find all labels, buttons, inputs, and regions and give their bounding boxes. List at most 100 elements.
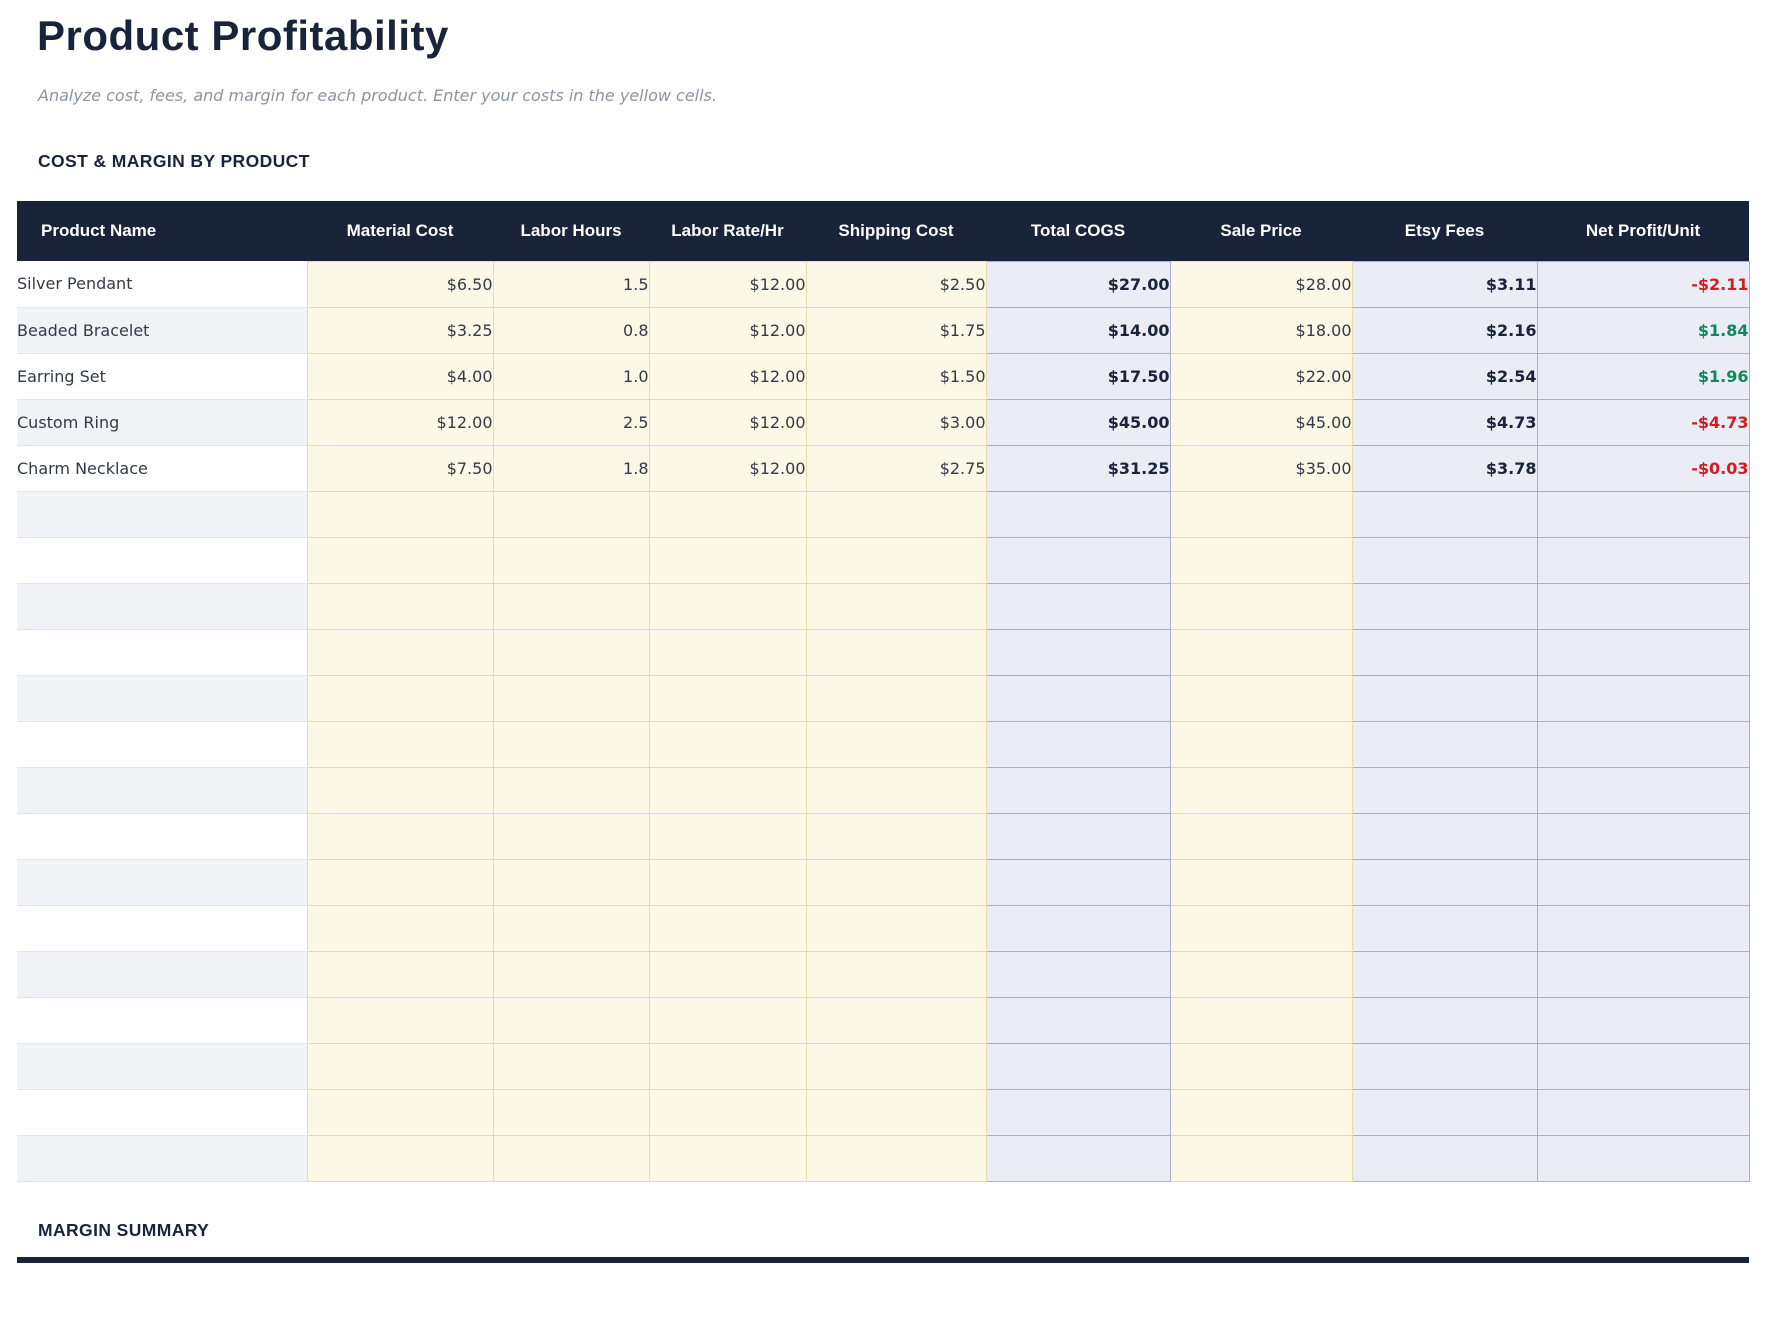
cell-material_cost[interactable] (307, 1089, 493, 1135)
cell-labor_rate[interactable]: $12.00 (649, 307, 806, 353)
cell-labor_hours[interactable] (493, 675, 649, 721)
cell-name[interactable]: Charm Necklace (17, 445, 307, 491)
cell-shipping_cost[interactable]: $3.00 (806, 399, 986, 445)
cell-sale_price[interactable] (1170, 675, 1352, 721)
cell-material_cost[interactable]: $7.50 (307, 445, 493, 491)
cell-labor_rate[interactable]: $12.00 (649, 261, 806, 307)
cell-name[interactable]: Earring Set (17, 353, 307, 399)
cell-name[interactable]: Custom Ring (17, 399, 307, 445)
cell-labor_hours[interactable] (493, 491, 649, 537)
cell-name[interactable] (17, 997, 307, 1043)
cell-sale_price[interactable] (1170, 767, 1352, 813)
cell-material_cost[interactable] (307, 1135, 493, 1181)
cell-labor_rate[interactable] (649, 813, 806, 859)
cell-labor_hours[interactable] (493, 1089, 649, 1135)
cell-name[interactable] (17, 583, 307, 629)
cell-labor_hours[interactable]: 1.5 (493, 261, 649, 307)
cell-labor_rate[interactable] (649, 1043, 806, 1089)
cell-name[interactable] (17, 491, 307, 537)
cell-material_cost[interactable] (307, 675, 493, 721)
cell-labor_rate[interactable] (649, 491, 806, 537)
cell-material_cost[interactable] (307, 629, 493, 675)
cell-material_cost[interactable] (307, 491, 493, 537)
cell-sale_price[interactable] (1170, 813, 1352, 859)
cell-sale_price[interactable] (1170, 537, 1352, 583)
cell-name[interactable]: Silver Pendant (17, 261, 307, 307)
cell-labor_rate[interactable] (649, 905, 806, 951)
cell-material_cost[interactable] (307, 997, 493, 1043)
cell-shipping_cost[interactable] (806, 859, 986, 905)
cell-sale_price[interactable] (1170, 629, 1352, 675)
cell-shipping_cost[interactable] (806, 583, 986, 629)
cell-labor_hours[interactable]: 2.5 (493, 399, 649, 445)
cell-shipping_cost[interactable] (806, 537, 986, 583)
cell-name[interactable] (17, 537, 307, 583)
cell-sale_price[interactable] (1170, 1043, 1352, 1089)
cell-labor_hours[interactable] (493, 767, 649, 813)
cell-labor_rate[interactable] (649, 721, 806, 767)
cell-name[interactable] (17, 951, 307, 997)
cell-labor_rate[interactable] (649, 583, 806, 629)
cell-sale_price[interactable] (1170, 997, 1352, 1043)
cell-labor_rate[interactable] (649, 767, 806, 813)
cell-labor_hours[interactable] (493, 1135, 649, 1181)
cell-labor_rate[interactable]: $12.00 (649, 399, 806, 445)
cell-shipping_cost[interactable] (806, 767, 986, 813)
cell-material_cost[interactable] (307, 859, 493, 905)
cell-sale_price[interactable] (1170, 721, 1352, 767)
cell-sale_price[interactable] (1170, 951, 1352, 997)
cell-shipping_cost[interactable] (806, 629, 986, 675)
cell-material_cost[interactable]: $6.50 (307, 261, 493, 307)
cell-labor_hours[interactable] (493, 997, 649, 1043)
cell-shipping_cost[interactable]: $2.75 (806, 445, 986, 491)
cell-labor_hours[interactable] (493, 721, 649, 767)
cell-name[interactable] (17, 1089, 307, 1135)
cell-labor_rate[interactable] (649, 997, 806, 1043)
cell-material_cost[interactable] (307, 1043, 493, 1089)
cell-shipping_cost[interactable] (806, 721, 986, 767)
cell-name[interactable] (17, 721, 307, 767)
cell-shipping_cost[interactable]: $1.75 (806, 307, 986, 353)
cell-name[interactable] (17, 905, 307, 951)
cell-shipping_cost[interactable] (806, 905, 986, 951)
cell-material_cost[interactable]: $12.00 (307, 399, 493, 445)
cell-sale_price[interactable] (1170, 1089, 1352, 1135)
cell-shipping_cost[interactable] (806, 813, 986, 859)
cell-shipping_cost[interactable] (806, 951, 986, 997)
cell-material_cost[interactable]: $4.00 (307, 353, 493, 399)
cell-sale_price[interactable] (1170, 583, 1352, 629)
cell-labor_hours[interactable] (493, 859, 649, 905)
cell-sale_price[interactable] (1170, 859, 1352, 905)
cell-sale_price[interactable]: $18.00 (1170, 307, 1352, 353)
cell-shipping_cost[interactable] (806, 675, 986, 721)
cell-material_cost[interactable] (307, 583, 493, 629)
cell-labor_hours[interactable] (493, 905, 649, 951)
cell-labor_rate[interactable] (649, 675, 806, 721)
cell-name[interactable] (17, 1043, 307, 1089)
cell-shipping_cost[interactable] (806, 1135, 986, 1181)
cell-labor_rate[interactable] (649, 537, 806, 583)
cell-labor_rate[interactable] (649, 951, 806, 997)
cell-labor_hours[interactable] (493, 583, 649, 629)
cell-labor_rate[interactable] (649, 1089, 806, 1135)
cell-labor_rate[interactable] (649, 1135, 806, 1181)
cell-name[interactable] (17, 629, 307, 675)
cell-name[interactable] (17, 813, 307, 859)
cell-name[interactable] (17, 675, 307, 721)
cell-sale_price[interactable] (1170, 491, 1352, 537)
cell-material_cost[interactable] (307, 905, 493, 951)
cell-labor_rate[interactable]: $12.00 (649, 353, 806, 399)
cell-labor_rate[interactable] (649, 859, 806, 905)
cell-material_cost[interactable] (307, 537, 493, 583)
cell-labor_hours[interactable] (493, 629, 649, 675)
cell-labor_hours[interactable] (493, 1043, 649, 1089)
cell-labor_hours[interactable] (493, 537, 649, 583)
cell-sale_price[interactable] (1170, 905, 1352, 951)
cell-labor_rate[interactable] (649, 629, 806, 675)
cell-sale_price[interactable]: $45.00 (1170, 399, 1352, 445)
cell-material_cost[interactable]: $3.25 (307, 307, 493, 353)
cell-labor_hours[interactable] (493, 951, 649, 997)
cell-name[interactable] (17, 1135, 307, 1181)
cell-shipping_cost[interactable]: $1.50 (806, 353, 986, 399)
cell-sale_price[interactable]: $28.00 (1170, 261, 1352, 307)
